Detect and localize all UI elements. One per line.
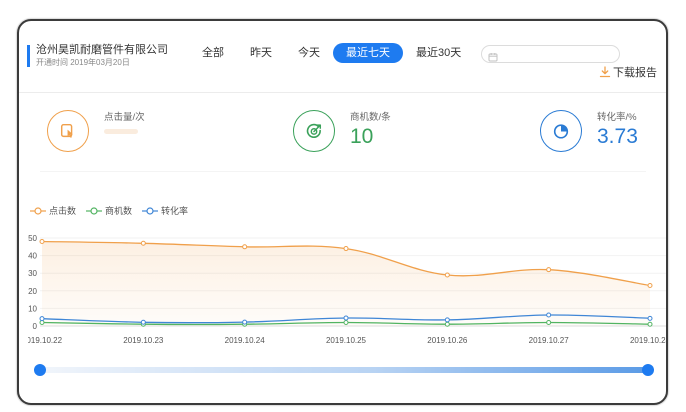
y-tick-label: 50 xyxy=(28,234,37,243)
company-accent-bar xyxy=(27,45,30,67)
download-report-label: 下载报告 xyxy=(613,67,657,79)
x-tick-label: 2019.10.25 xyxy=(326,336,367,345)
open-date-value: 2019年03月20日 xyxy=(70,58,130,67)
series-point xyxy=(140,240,146,246)
series-point xyxy=(546,312,552,318)
tab-today[interactable]: 今天 xyxy=(285,43,333,63)
x-tick-label: 2019.10.26 xyxy=(427,336,468,345)
series-point xyxy=(546,267,552,273)
x-tick-label: 2019.10.22 xyxy=(28,336,63,345)
clicks-stat-label: 点击量/次 xyxy=(104,112,145,123)
leads-stat-value: 10 xyxy=(350,125,374,148)
y-tick-label: 20 xyxy=(28,287,37,296)
download-report-button[interactable]: 下载报告 xyxy=(599,65,657,79)
target-icon xyxy=(305,122,323,140)
legend-label-leads: 商机数 xyxy=(105,206,133,216)
x-tick-label: 2019.10.24 xyxy=(225,336,266,345)
zoom-slider-track[interactable] xyxy=(40,367,648,373)
open-date-line: 开通时间 2019年03月20日 xyxy=(36,58,130,68)
legend-marker-clicks xyxy=(30,206,46,215)
x-tick-label: 2019.10.28 xyxy=(630,336,666,345)
x-tick-label: 2019.10.23 xyxy=(123,336,164,345)
date-picker[interactable] xyxy=(481,45,620,63)
conversion-stat-label: 转化率/% xyxy=(597,112,637,123)
leads-stat-badge xyxy=(293,110,335,152)
date-range-tabs: 全部 昨天 今天 最近七天 最近30天 xyxy=(189,43,474,63)
series-area xyxy=(42,241,650,326)
date-input-field[interactable] xyxy=(502,47,612,61)
series-point xyxy=(546,319,552,325)
x-tick-label: 2019.10.27 xyxy=(529,336,570,345)
header-divider xyxy=(19,92,666,93)
series-point xyxy=(39,239,45,245)
stats-divider xyxy=(40,171,646,172)
legend-marker-conversion xyxy=(142,206,159,215)
download-icon xyxy=(599,66,611,78)
series-point xyxy=(343,315,349,321)
chart-series xyxy=(39,239,653,327)
series-point xyxy=(444,272,450,278)
series-point xyxy=(343,246,349,252)
leads-stat-label: 商机数/条 xyxy=(350,112,391,123)
tab-last-30-days[interactable]: 最近30天 xyxy=(403,43,474,63)
y-tick-label: 10 xyxy=(28,304,37,313)
series-point xyxy=(39,316,45,322)
tab-all[interactable]: 全部 xyxy=(189,43,237,63)
legend-item-clicks[interactable]: 点击数 xyxy=(30,204,76,217)
series-point xyxy=(242,244,248,250)
open-date-label: 开通时间 xyxy=(36,58,68,67)
clicks-stat-badge xyxy=(47,110,89,152)
series-point xyxy=(343,319,349,325)
zoom-slider-start-handle[interactable] xyxy=(34,364,46,376)
series-point xyxy=(140,319,146,325)
conversion-stat-badge xyxy=(540,110,582,152)
zoom-slider-end-handle[interactable] xyxy=(642,364,654,376)
line-chart: 0 10 20 30 40 50 2019.10.22 2019.10.23 2019.10.2… xyxy=(28,234,666,345)
y-tick-label: 40 xyxy=(28,252,37,261)
series-point xyxy=(647,321,653,327)
company-name: 沧州昊凯耐磨管件有限公司 xyxy=(36,44,168,56)
series-point xyxy=(647,283,653,289)
legend-label-clicks: 点击数 xyxy=(49,206,77,216)
chart-legend: 点击数 商机数 转化率 xyxy=(30,204,198,217)
series-point xyxy=(444,321,450,327)
series-point xyxy=(647,315,653,321)
clicks-stat-value xyxy=(104,129,138,134)
legend-item-conversion[interactable]: 转化率 xyxy=(142,204,188,217)
click-icon xyxy=(59,122,77,140)
legend-label-conversion: 转化率 xyxy=(161,206,189,216)
y-tick-label: 0 xyxy=(33,322,38,331)
calendar-icon xyxy=(488,49,498,62)
series-point xyxy=(444,317,450,323)
tab-last-7-days[interactable]: 最近七天 xyxy=(333,43,403,63)
legend-item-leads[interactable]: 商机数 xyxy=(86,204,132,217)
conversion-stat-value: 3.73 xyxy=(597,125,638,148)
tab-yesterday[interactable]: 昨天 xyxy=(237,43,285,63)
legend-marker-leads xyxy=(86,206,103,215)
pie-icon xyxy=(552,122,570,140)
y-tick-label: 30 xyxy=(28,269,37,278)
series-point xyxy=(242,319,248,325)
